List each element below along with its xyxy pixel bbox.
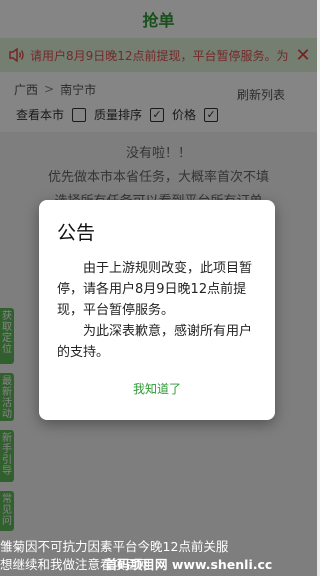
watermark-text: 首码项目网 www.shenli.cc xyxy=(105,557,273,572)
dialog-paragraph-1: 由于上游规则改变，此项目暂停，请各用户8月9日晚12点前提现，平台暂停服务。 xyxy=(57,261,253,318)
dialog-body: 由于上游规则改变，此项目暂停，请各用户8月9日晚12点前提现，平台暂停服务。 为… xyxy=(57,258,257,363)
dialog-paragraph-2: 为此深表歉意，感谢所有用户的支持。 xyxy=(57,324,253,360)
acknowledge-button[interactable]: 我知道了 xyxy=(39,380,275,397)
announcement-dialog: 公告 由于上游规则改变，此项目暂停，请各用户8月9日晚12点前提现，平台暂停服务… xyxy=(39,200,275,420)
dialog-title: 公告 xyxy=(57,222,96,244)
